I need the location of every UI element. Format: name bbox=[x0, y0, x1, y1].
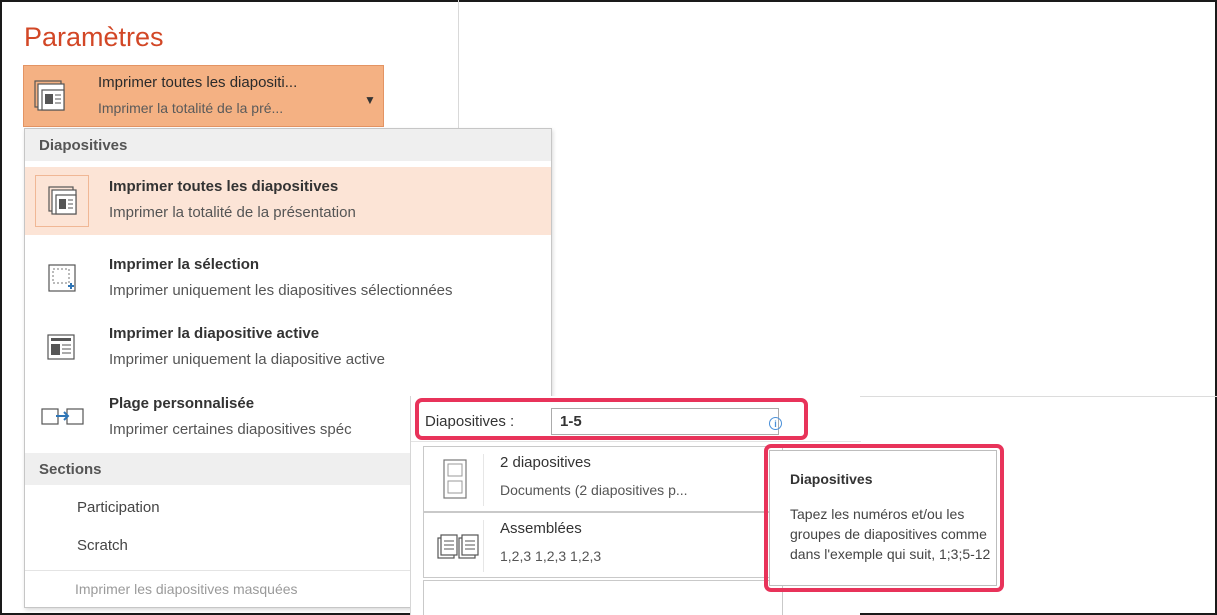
print-select-subtitle: Imprimer la totalité de la pré... bbox=[98, 100, 284, 116]
selection-icon bbox=[35, 253, 89, 305]
menu-item-title: Imprimer la sélection bbox=[109, 256, 260, 273]
custom-range-icon bbox=[35, 392, 89, 444]
divider bbox=[860, 396, 1217, 397]
current-slide-icon bbox=[35, 322, 89, 374]
menu-item-title: Imprimer toutes les diapositives bbox=[109, 178, 339, 195]
collate-dropdown[interactable]: Assemblées 1,2,3 1,2,3 1,2,3 bbox=[423, 512, 783, 578]
menu-item-subtitle: Imprimer uniquement la diapositive activ… bbox=[109, 351, 385, 368]
menu-item-selection[interactable]: Imprimer la sélection Imprimer uniquemen… bbox=[25, 245, 551, 313]
menu-item-subtitle: Imprimer la totalité de la présentation bbox=[109, 204, 356, 221]
layout-subtitle: Documents (2 diapositives p... bbox=[500, 482, 688, 498]
section-item-scratch[interactable]: Scratch bbox=[77, 537, 128, 554]
section-item-participation[interactable]: Participation bbox=[77, 499, 160, 516]
slides-stack-icon bbox=[34, 80, 68, 117]
settings-title: Paramètres bbox=[24, 22, 164, 52]
menu-item-subtitle: Imprimer certaines diapositives spéc bbox=[109, 421, 352, 438]
menu-item-title: Imprimer la diapositive active bbox=[109, 325, 320, 342]
menu-item-current-slide[interactable]: Imprimer la diapositive active Imprimer … bbox=[25, 314, 551, 382]
menu-item-all-slides[interactable]: Imprimer toutes les diapositives Imprime… bbox=[25, 167, 551, 235]
layout-title: 2 diapositives bbox=[500, 454, 591, 471]
collated-icon bbox=[430, 520, 484, 572]
menu-item-subtitle: Imprimer uniquement les diapositives sél… bbox=[109, 282, 453, 299]
collate-subtitle: 1,2,3 1,2,3 1,2,3 bbox=[500, 548, 602, 564]
collate-title: Assemblées bbox=[500, 520, 582, 537]
chevron-down-icon: ▼ bbox=[364, 93, 376, 107]
menu-header-slides: Diapositives bbox=[25, 129, 551, 161]
print-what-dropdown[interactable]: Imprimer toutes les diapositi... Imprime… bbox=[23, 65, 384, 127]
all-slides-icon bbox=[35, 175, 89, 227]
handout-two-slides-icon bbox=[430, 454, 484, 506]
tooltip-highlight-box bbox=[764, 444, 1004, 592]
print-select-title: Imprimer toutes les diapositi... bbox=[98, 74, 298, 91]
next-option-partial[interactable] bbox=[423, 580, 783, 615]
menu-item-title: Plage personnalisée bbox=[109, 395, 255, 412]
range-highlight-box bbox=[415, 398, 808, 440]
layout-dropdown[interactable]: 2 diapositives Documents (2 diapositives… bbox=[423, 446, 783, 512]
